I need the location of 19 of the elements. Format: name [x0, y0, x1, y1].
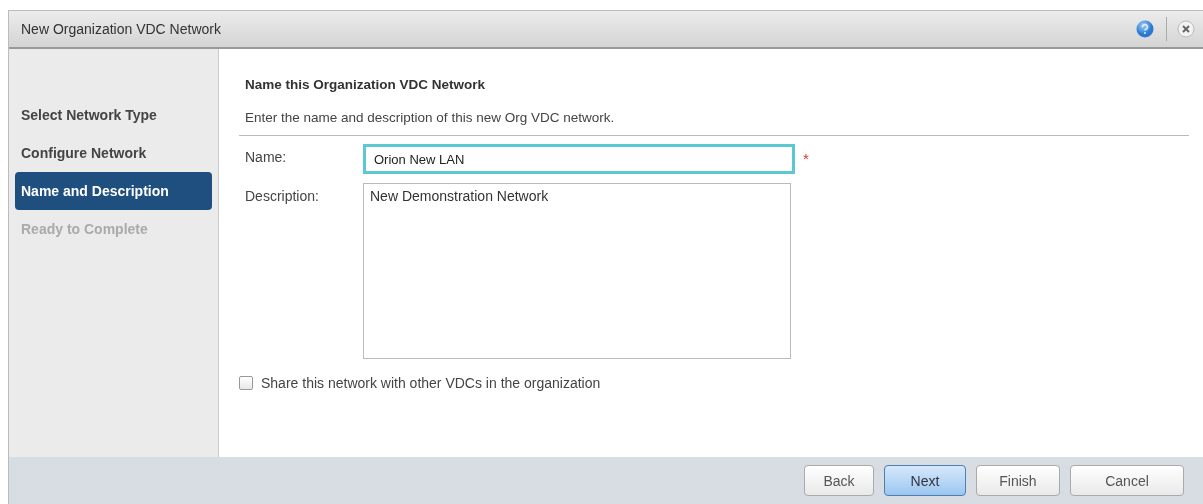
wizard-step[interactable]: Name and Description — [15, 172, 212, 210]
field-label: Description: — [245, 187, 320, 204]
close-icon[interactable] — [1177, 20, 1195, 38]
dialog-button[interactable]: Finish — [976, 465, 1060, 496]
required-mark: * — [803, 150, 809, 167]
wizard-step[interactable]: Select Network Type — [15, 96, 212, 134]
name-field[interactable]: Orion New LAN — [363, 144, 795, 174]
dialog-button[interactable]: Next — [884, 465, 966, 496]
help-icon[interactable] — [1136, 20, 1154, 38]
wizard-step[interactable]: Configure Network — [15, 134, 212, 172]
section-heading: Name this Organization VDC Network — [245, 77, 487, 92]
description-field[interactable]: New Demonstration Network — [363, 183, 791, 359]
field-label: Name: — [245, 148, 288, 165]
checkbox-label: Share this network with other VDCs in the organization — [261, 375, 601, 391]
checkbox[interactable] — [239, 376, 253, 390]
instruction-text: Enter the name and description of this new Org VDC network. — [245, 110, 616, 125]
dialog-button[interactable]: Cancel — [1070, 465, 1184, 496]
window-title: New Organization VDC Network — [21, 21, 222, 37]
dialog-button[interactable]: Back — [804, 465, 874, 496]
